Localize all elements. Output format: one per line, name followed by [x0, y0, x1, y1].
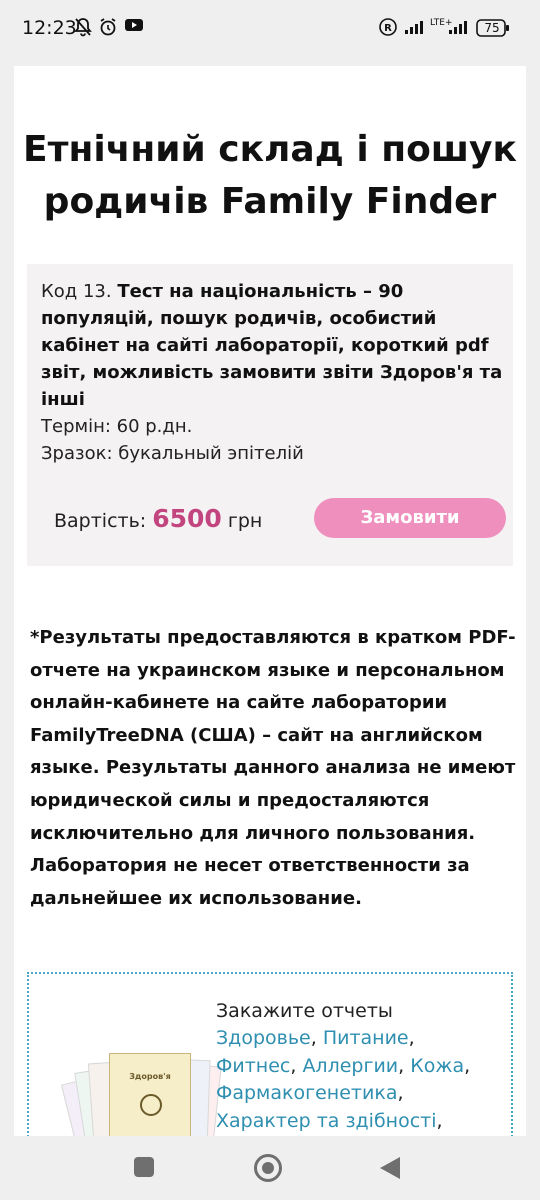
page-title-line-1: Етнічний склад і пошук — [23, 129, 517, 170]
link-fitness[interactable]: Фитнес — [216, 1055, 290, 1077]
link-allergies[interactable]: Аллергии — [302, 1055, 398, 1077]
signal-icon — [404, 17, 428, 41]
booklet-front: Здоров'я — [109, 1053, 191, 1136]
status-bar: 12:23 R LTE+ 75 — [0, 0, 540, 58]
home-icon[interactable] — [254, 1154, 282, 1182]
svg-text:R: R — [384, 23, 392, 34]
status-time: 12:23 — [22, 17, 77, 39]
disclaimer-text: *Результаты предоставляются в кратком PD… — [30, 627, 516, 909]
promo-heading: Закажите отчеты — [216, 1000, 393, 1022]
page-title: Етнічний склад і пошук родичів Family Fi… — [14, 124, 526, 228]
link-pharmacogenetics[interactable]: Фармакогенетика — [216, 1082, 397, 1104]
link-character[interactable]: Характер та здібності — [216, 1110, 437, 1132]
link-skin[interactable]: Кожа — [410, 1055, 464, 1077]
battery-level: 75 — [484, 21, 500, 35]
signal-icon-2 — [448, 17, 472, 41]
back-icon[interactable] — [380, 1157, 400, 1179]
link-health[interactable]: Здоровье — [216, 1027, 311, 1049]
product-info-box: Код 13. Тест на національність – 90 попу… — [27, 264, 513, 566]
registered-icon: R — [378, 17, 398, 43]
page-title-line-2: родичів Family Finder — [43, 181, 497, 222]
reports-promo-box: Здоров'я Закажите отчеты Здоровье, Питан… — [27, 972, 513, 1136]
navigation-bar — [0, 1136, 540, 1200]
product-code: Код 13. — [41, 281, 112, 302]
link-nutrition[interactable]: Питание — [323, 1027, 409, 1049]
product-card: Етнічний склад і пошук родичів Family Fi… — [14, 66, 526, 1136]
youtube-icon — [124, 17, 144, 39]
recent-apps-icon[interactable] — [134, 1157, 154, 1177]
bell-off-icon — [74, 17, 92, 43]
price-currency: грн — [227, 510, 263, 532]
reports-booklets-image: Здоров'я — [60, 1049, 222, 1136]
price-amount: 6500 — [152, 504, 222, 533]
promo-links: Здоровье, Питание, Фитнес, Аллергии, Кож… — [216, 1027, 471, 1132]
product-term: Термін: 60 р.дн. — [41, 416, 193, 437]
product-description: Код 13. Тест на національність – 90 попу… — [41, 278, 507, 413]
booklet-title: Здоров'я — [129, 1072, 171, 1081]
price-row: Вартість: 6500 грн — [54, 500, 262, 540]
product-sample: Зразок: букальный эпітелій — [41, 443, 304, 464]
alarm-icon — [98, 17, 118, 43]
order-button[interactable]: Замовити — [314, 498, 506, 538]
price-label: Вартість: — [54, 510, 147, 532]
